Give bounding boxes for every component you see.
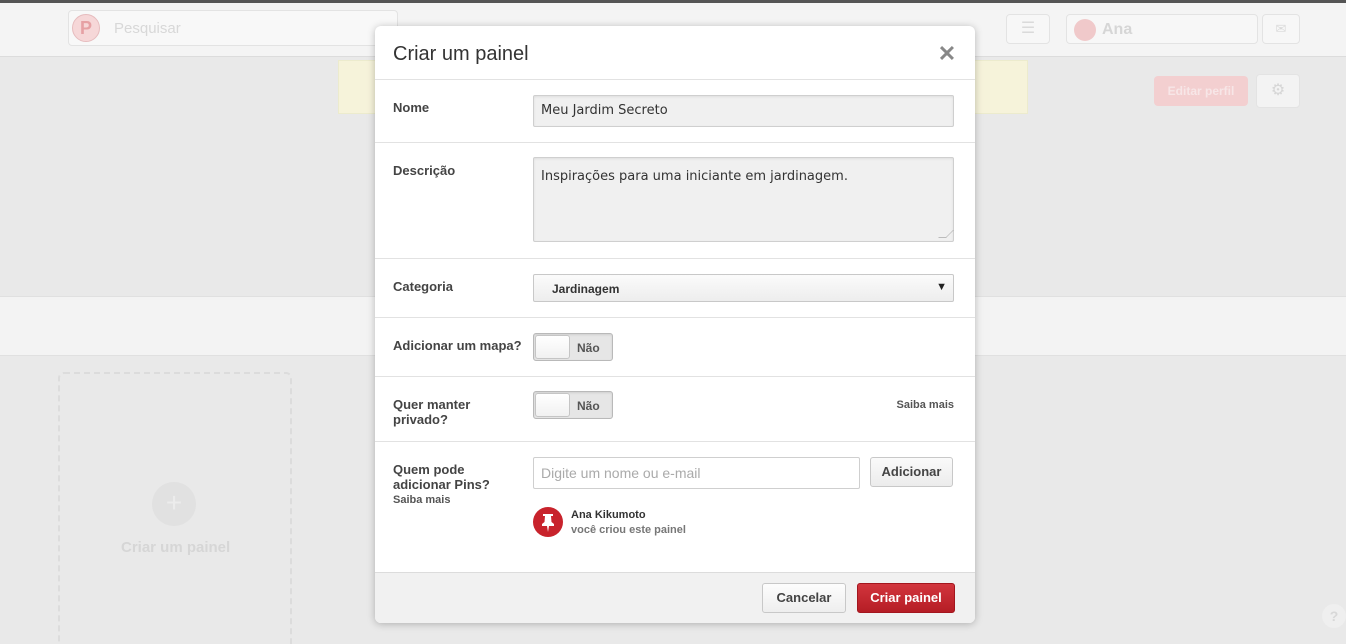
board-description-textarea[interactable]: Inspirações para uma iniciante em jardin… [533,157,954,242]
collaborators-row: Quem pode adicionar Pins? Saiba mais Dig… [375,442,975,573]
map-toggle[interactable]: Não [533,333,613,361]
map-row: Adicionar um mapa? Não [375,318,975,377]
cancel-button[interactable]: Cancelar [762,583,846,613]
gear-icon[interactable]: ⚙ [1256,74,1300,108]
plus-icon: + [152,482,196,526]
edit-profile-button[interactable]: Editar perfil [1154,76,1248,106]
header-user-name: Ana [1102,21,1133,38]
map-toggle-value: Não [577,341,600,355]
modal-footer: Cancelar Criar painel [375,573,975,623]
modal-header: Criar um painel ✕ [375,26,975,80]
category-selected-value: Jardinagem [552,282,620,296]
map-label: Adicionar um mapa? [393,338,522,353]
modal-title: Criar um painel [393,43,529,65]
toggle-knob [535,393,570,417]
description-label: Descrição [393,163,456,178]
caret-down-icon: ▼ [936,281,947,293]
category-row: Categoria Jardinagem ▼ [375,259,975,318]
pin-avatar-icon [533,507,563,537]
name-row: Nome Meu Jardim Secreto [375,80,975,143]
menu-icon[interactable]: ☰ [1006,14,1050,44]
collaborators-label: Quem pode adicionar Pins? [393,462,490,492]
resize-handle-icon[interactable] [938,230,954,238]
category-label: Categoria [393,279,453,294]
owner-note: você criou este painel [571,524,686,536]
user-pin-icon [1074,19,1096,41]
private-toggle[interactable]: Não [533,391,613,419]
board-description-text: Inspirações para uma iniciante em jardin… [541,169,848,184]
owner-name: Ana Kikumoto [571,509,646,521]
name-label: Nome [393,100,430,115]
category-select[interactable]: Jardinagem ▼ [533,274,954,302]
private-row: Quer manter privado? Não Saiba mais [375,377,975,442]
close-icon[interactable]: ✕ [937,43,957,65]
inbox-icon[interactable]: ✉ [1262,14,1300,44]
private-learn-more-link[interactable]: Saiba mais [897,399,954,411]
create-board-button[interactable]: Criar painel [857,583,955,613]
add-collaborator-button[interactable]: Adicionar [870,457,953,487]
description-row: Descrição Inspirações para uma iniciante… [375,143,975,259]
collaborators-learn-more-link[interactable]: Saiba mais [393,494,450,506]
collaborator-input[interactable]: Digite um nome ou e-mail [533,457,860,489]
pinterest-logo-icon[interactable]: P [72,14,100,42]
private-toggle-value: Não [577,399,600,413]
create-board-modal: Criar um painel ✕ Nome Meu Jardim Secret… [375,26,975,623]
board-name-input[interactable]: Meu Jardim Secreto [533,95,954,127]
header-search-placeholder: Pesquisar [114,20,181,37]
create-board-card-label: Criar um painel [121,539,231,556]
help-icon[interactable]: ? [1322,604,1346,628]
private-label: Quer manter privado? [393,397,471,427]
toggle-knob [535,335,570,359]
